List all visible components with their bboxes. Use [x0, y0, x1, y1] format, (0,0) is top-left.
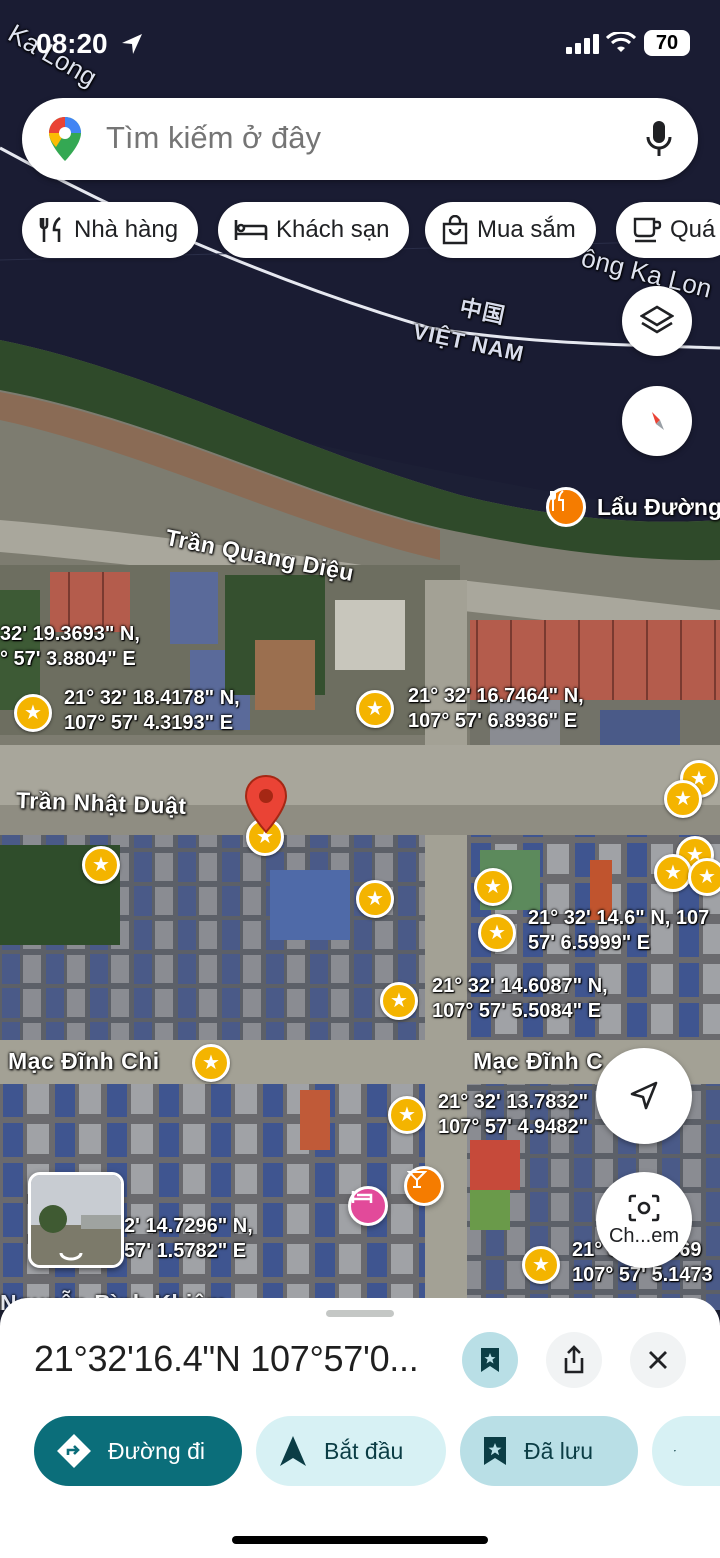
- layers-icon: [640, 305, 674, 334]
- flag-button[interactable]: [652, 1416, 720, 1486]
- wifi-icon: [606, 32, 636, 52]
- saved-place-star-icon[interactable]: ★: [14, 694, 52, 732]
- coordinate-label: 32' 19.3693" N, ° 57' 3.8804" E: [0, 623, 140, 670]
- hotel-icon: [234, 220, 268, 240]
- status-bar: 08:20 70: [0, 0, 720, 90]
- navigation-arrow-icon: [280, 1436, 306, 1466]
- saved-place-star-icon[interactable]: ★: [522, 1246, 560, 1284]
- google-maps-logo-icon: [49, 117, 81, 161]
- saved-action-button[interactable]: Đã lưu: [460, 1416, 638, 1486]
- battery-indicator: 70: [644, 30, 690, 56]
- saved-place-star-icon[interactable]: ★: [474, 868, 512, 906]
- street-view-image: [31, 1175, 121, 1265]
- chip-label: Khách sạn: [276, 216, 390, 243]
- chip-hotels[interactable]: Khách sạn: [218, 202, 410, 258]
- bookmark-star-icon: [481, 1348, 499, 1372]
- share-button[interactable]: [546, 1332, 602, 1388]
- saved-place-star-icon[interactable]: ★: [664, 780, 702, 818]
- saved-place-star-icon[interactable]: ★: [478, 914, 516, 952]
- restaurant-poi-icon[interactable]: [546, 487, 586, 527]
- shopping-bag-icon: [442, 215, 468, 245]
- cellular-signal-icon: [566, 34, 599, 54]
- search-input[interactable]: [106, 118, 626, 158]
- bar-poi-icon[interactable]: [404, 1166, 444, 1206]
- action-label: Đã lưu: [524, 1437, 594, 1464]
- coordinate-label: 21° 32' 18.4178" N, 107° 57' 4.3193" E: [64, 687, 240, 734]
- saved-button[interactable]: [462, 1332, 518, 1388]
- close-button[interactable]: [630, 1332, 686, 1388]
- saved-place-star-icon[interactable]: ★: [380, 982, 418, 1020]
- lens-button[interactable]: Ch...em: [596, 1172, 692, 1268]
- coordinate-label: 21° 32' 16.7464" N, 107° 57' 6.8936" E: [408, 685, 584, 732]
- microphone-icon[interactable]: [646, 120, 672, 158]
- coordinate-label: 21° 32' 14.6" N, 107 57' 6.5999" E: [528, 907, 710, 954]
- street-label-mac-dinh-chi-west: Mạc Đĩnh Chi: [8, 1048, 160, 1074]
- navigation-arrow-icon: [630, 1081, 658, 1110]
- saved-place-star-icon[interactable]: ★: [356, 880, 394, 918]
- hotel-poi-icon[interactable]: [348, 1186, 388, 1226]
- place-title: 21°32'16.4"N 107°57'0...: [34, 1338, 419, 1379]
- flag-icon: [674, 1450, 676, 1452]
- directions-icon: [57, 1434, 91, 1468]
- saved-place-star-icon[interactable]: ★: [192, 1044, 230, 1082]
- close-icon: [649, 1351, 667, 1369]
- start-button[interactable]: Bắt đầu: [256, 1416, 446, 1486]
- street-label-mac-dinh-chi-east: Mạc Đĩnh C: [473, 1048, 604, 1074]
- chip-label: Mua sắm: [477, 216, 576, 243]
- my-location-button[interactable]: [596, 1048, 692, 1144]
- coordinate-label: 21° 32' 13.7832" 107° 57' 4.9482": [438, 1091, 589, 1138]
- action-label: Bắt đầu: [324, 1437, 404, 1464]
- action-buttons-row: Đường đi Bắt đầu Đã lưu: [34, 1416, 720, 1486]
- camera-lens-icon: [628, 1194, 660, 1221]
- chip-shopping[interactable]: Mua sắm: [425, 202, 596, 258]
- restaurant-icon: [39, 216, 61, 242]
- saved-bookmark-icon: [484, 1437, 506, 1465]
- saved-place-star-icon[interactable]: ★: [388, 1096, 426, 1134]
- directions-button[interactable]: Đường đi: [34, 1416, 242, 1486]
- sheet-drag-handle[interactable]: [326, 1310, 394, 1317]
- status-time: 08:20: [36, 28, 108, 59]
- location-arrow-icon: [122, 34, 142, 54]
- lens-label: Ch...em: [608, 1224, 680, 1247]
- street-view-thumbnail[interactable]: [28, 1172, 124, 1268]
- home-indicator: [232, 1536, 488, 1544]
- chip-label: Nhà hàng: [74, 216, 179, 243]
- coordinate-label: 2' 14.7296" N, 57' 1.5782" E: [124, 1215, 253, 1262]
- saved-place-star-icon[interactable]: ★: [356, 690, 394, 728]
- chip-coffee[interactable]: Quá: [616, 202, 720, 258]
- map-layers-button[interactable]: [622, 286, 692, 356]
- dropped-pin-icon[interactable]: [244, 774, 288, 836]
- saved-place-star-icon[interactable]: ★: [82, 846, 120, 884]
- coordinate-label: 21° 32' 14.6087" N, 107° 57' 5.5084" E: [432, 975, 608, 1022]
- saved-place-star-icon[interactable]: ★: [688, 858, 720, 896]
- action-label: Đường đi: [108, 1437, 205, 1464]
- compass-button[interactable]: [622, 386, 692, 456]
- place-bottom-sheet[interactable]: 21°32'16.4"N 107°57'0... Đường đi Bắt đầ…: [0, 1298, 720, 1558]
- category-chips: Nhà hàng Khách sạn Mua sắm Quá: [22, 202, 720, 258]
- chip-restaurants[interactable]: Nhà hàng: [22, 202, 199, 258]
- chip-label: Quá: [670, 216, 716, 243]
- coffee-icon: [633, 217, 662, 243]
- search-bar[interactable]: [22, 98, 698, 180]
- share-icon: [564, 1345, 584, 1374]
- restaurant-poi-label[interactable]: Lẩu Đường: [597, 494, 720, 521]
- saved-place-star-icon[interactable]: ★: [654, 854, 692, 892]
- compass-icon: [652, 412, 664, 430]
